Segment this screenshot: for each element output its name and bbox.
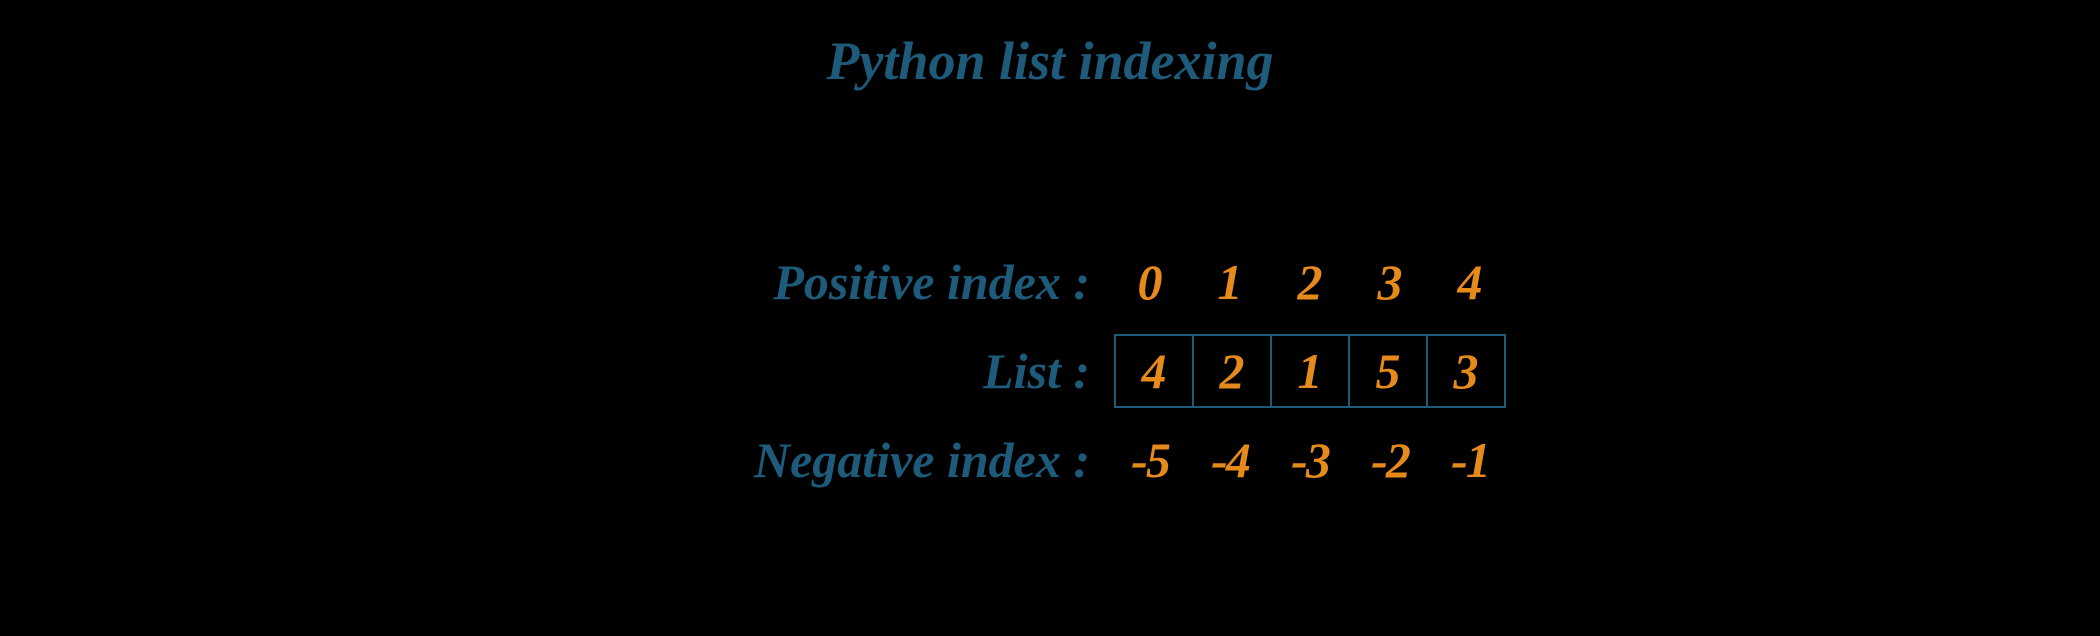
positive-index-cell: 2 [1270, 252, 1350, 312]
negative-index-cell: -5 [1110, 430, 1190, 490]
diagram-title: Python list indexing [0, 30, 2100, 92]
list-cell: 5 [1348, 334, 1428, 408]
list-values: 4 2 1 5 3 [1110, 334, 1530, 408]
list-cell: 1 [1270, 334, 1350, 408]
positive-index-values: 0 1 2 3 4 [1110, 252, 1530, 312]
positive-index-label: Positive index : [570, 253, 1110, 311]
list-cell: 2 [1192, 334, 1272, 408]
positive-index-cell: 3 [1350, 252, 1430, 312]
positive-index-cell: 1 [1190, 252, 1270, 312]
negative-index-cell: -4 [1190, 430, 1270, 490]
negative-index-row: Negative index : -5 -4 -3 -2 -1 [0, 430, 2100, 490]
diagram-body: Positive index : 0 1 2 3 4 List : 4 2 1 … [0, 230, 2100, 512]
list-row: List : 4 2 1 5 3 [0, 334, 2100, 408]
positive-index-row: Positive index : 0 1 2 3 4 [0, 252, 2100, 312]
list-cell: 4 [1114, 334, 1194, 408]
negative-index-label: Negative index : [570, 431, 1110, 489]
negative-index-cell: -2 [1350, 430, 1430, 490]
positive-index-cell: 0 [1110, 252, 1190, 312]
list-cell: 3 [1426, 334, 1506, 408]
negative-index-cell: -1 [1430, 430, 1510, 490]
negative-index-cell: -3 [1270, 430, 1350, 490]
positive-index-cell: 4 [1430, 252, 1510, 312]
list-label: List : [570, 342, 1110, 400]
negative-index-values: -5 -4 -3 -2 -1 [1110, 430, 1530, 490]
